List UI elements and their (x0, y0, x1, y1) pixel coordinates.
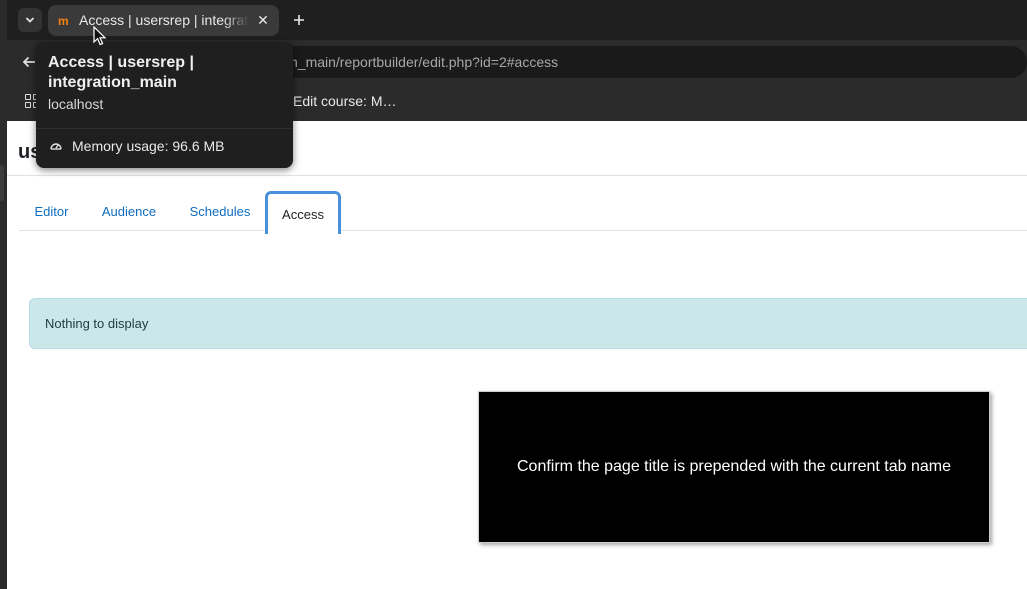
new-tab-button[interactable] (288, 8, 310, 32)
bookmark-edit-course[interactable]: Edit course: M… (293, 93, 396, 109)
mouse-cursor-icon (93, 26, 107, 46)
url-text: n_main/reportbuilder/edit.php?id=2#acces… (290, 54, 559, 70)
plus-icon (294, 15, 304, 25)
tab-access[interactable]: Access (265, 191, 341, 234)
tooltip-host: localhost (48, 96, 104, 112)
moodle-icon: m (58, 14, 69, 28)
report-tabs: Editor Audience Schedules Access (19, 191, 1027, 234)
tooltip-divider (36, 128, 293, 129)
page-content: us Editor Audience Schedules Access Noth… (7, 121, 1027, 589)
tooltip-title: Access | usersrep | integration_main (48, 54, 194, 91)
tab-list-button[interactable] (18, 8, 42, 32)
test-instruction-overlay: Confirm the page title is prepended with… (478, 391, 990, 543)
tab-editor[interactable]: Editor (19, 191, 84, 231)
tab-hover-card: Access | usersrep | integration_main loc… (36, 42, 293, 168)
close-icon[interactable]: ✕ (255, 12, 271, 28)
browser-tab-active[interactable]: m Access | usersrep | integration_main ✕ (48, 5, 279, 36)
overlay-message: Confirm the page title is prepended with… (516, 458, 952, 475)
desktop-dock-edge (0, 0, 7, 589)
tab-schedules[interactable]: Schedules (179, 191, 261, 231)
tooltip-memory-usage: Memory usage: 96.6 MB (72, 138, 225, 154)
browser-tab-bar: m Access | usersrep | integration_main ✕ (7, 0, 1027, 40)
header-divider (7, 175, 1027, 176)
tab-audience[interactable]: Audience (91, 191, 167, 231)
gauge-icon (50, 143, 62, 150)
alert-message: Nothing to display (45, 316, 149, 331)
dock-handle (0, 165, 4, 201)
info-alert: Nothing to display (29, 298, 1027, 349)
arrow-left-icon (22, 56, 35, 68)
chevron-down-icon (25, 17, 35, 23)
